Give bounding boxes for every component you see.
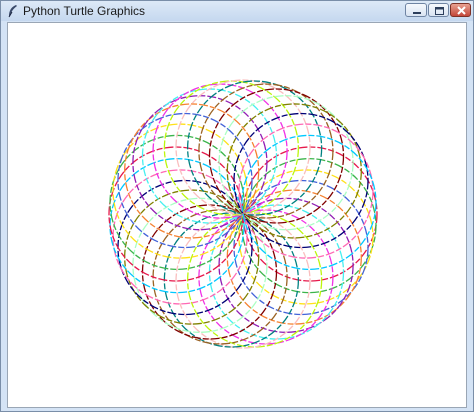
turtle-canvas[interactable]	[7, 22, 467, 408]
spirograph-drawing	[108, 79, 378, 349]
close-icon	[457, 6, 466, 15]
window-title: Python Turtle Graphics	[23, 4, 146, 18]
title-bar[interactable]: Python Turtle Graphics	[1, 1, 473, 21]
maximize-icon	[435, 7, 444, 15]
close-button[interactable]	[450, 3, 471, 17]
minimize-icon	[413, 12, 421, 14]
feather-icon	[7, 4, 19, 18]
turtle-window: Python Turtle Graphics	[0, 0, 474, 412]
minimize-button[interactable]	[405, 3, 427, 17]
maximize-button[interactable]	[428, 3, 449, 17]
